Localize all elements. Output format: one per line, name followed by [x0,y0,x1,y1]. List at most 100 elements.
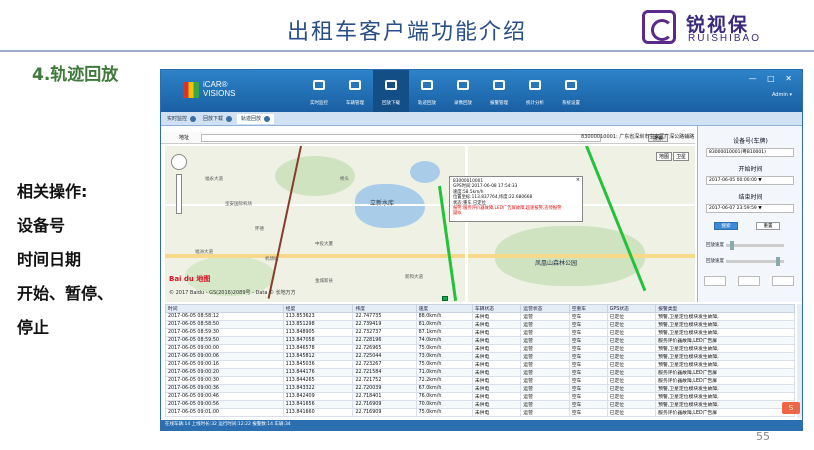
current-location: 83000010001: 广东省深圳市宝安区广深公路辅路 [581,134,695,140]
table-cell: 未供电 [471,368,522,377]
reset-button[interactable]: 重置 [756,222,780,230]
user-menu[interactable]: Admin ▾ [772,92,792,98]
table-row[interactable]: 2017-06-05 08:58:12 113.853623 22.747735 88… [165,312,795,321]
table-row[interactable]: 2017-06-05 09:00:06 113.845812 22.725044 73… [165,352,795,361]
map-pan-control[interactable] [171,154,187,170]
address-label: 地址 [179,135,190,141]
table-cell: 未供电 [471,320,522,329]
table-cell: 预警,卫星定位模块发生故障, [655,400,795,409]
window-controls[interactable]: — □ ✕ [749,74,796,83]
app-name: iCAR® VISIONS [203,80,236,98]
column-header[interactable]: 报警类型 [655,304,795,313]
map-view[interactable]: 立新水库 凤凰山森林公园 福洲大道 福永大道 桥头 怀德 新和大道 金城新县 中… [165,146,695,302]
map-type-satellite[interactable]: 卫星 [673,152,690,161]
table-cell: 113.843322 [282,384,354,393]
column-header[interactable]: 时间 [165,304,284,313]
nav-vehicle-management[interactable]: 车辆管理 [337,70,373,112]
table-cell: 22.726965 [352,344,417,353]
column-header[interactable]: 空重车 [568,304,608,313]
table-row[interactable]: 2017-06-05 09:00:20 113.844176 22.721584 71… [165,368,795,377]
table-cell: 75.0km/h [415,344,473,353]
table-cell: 未供电 [471,384,522,393]
column-header[interactable]: 速度 [415,304,473,313]
table-scrollbar[interactable] [797,304,802,418]
pause-button[interactable] [738,276,760,286]
search-button[interactable]: 搜索 [714,222,738,230]
table-row[interactable]: 2017-06-05 09:00:00 113.846578 22.726965 75… [165,344,795,353]
table-cell: 运营 [520,384,570,393]
vehicle-marker-icon[interactable] [442,296,448,301]
playback-slider[interactable] [726,257,784,266]
nav-video-playback[interactable]: 录像回放 [445,70,481,112]
nav-track-playback[interactable]: 轨迹回放 [409,70,445,112]
map-label: 机场城 [265,257,279,262]
table-cell: 2017-06-05 08:59:30 [165,328,284,337]
device-input[interactable]: 83000010001(粤B10001) [706,148,794,157]
note-line: 开始、暂停、 [17,284,114,303]
column-header[interactable]: 车辆状态 [471,304,522,313]
table-cell: 113.848905 [282,328,354,337]
table-cell: 113.851298 [282,320,354,329]
address-input[interactable] [201,134,601,142]
stop-button[interactable] [772,276,794,286]
table-cell: 预警,卫星定位模块发生故障, [655,320,795,329]
nav-statistics[interactable]: 统计分析 [517,70,553,112]
nav-playback-download[interactable]: 回放下载 [373,70,409,112]
table-row[interactable]: 2017-06-05 08:59:30 113.848905 22.732737 87… [165,328,795,337]
close-icon[interactable] [264,115,271,122]
tab-live-monitor[interactable]: 实时监控 [163,114,200,124]
column-header[interactable]: GPS状态 [606,304,657,313]
start-time-picker[interactable]: 2017-06-05 00:00:00 ▼ [706,176,794,185]
popup-alarm: 报警:服务评价器故障,LED广告屏故障,超速报警,违停报警 [453,206,562,212]
start-button[interactable] [704,276,726,286]
table-cell: 22.739419 [352,320,417,329]
table-row[interactable]: 2017-06-05 09:00:30 113.844265 22.721752 72… [165,376,795,385]
end-time-picker[interactable]: 2017-06-07 23:59:59 ▼ [706,204,794,213]
table-row[interactable]: 2017-06-05 09:00:56 113.841656 22.716909 70… [165,400,795,409]
tab-bar: 实时监控 回放下载 轨迹回放 [161,112,802,126]
nav-alarm-management[interactable]: 报警管理 [481,70,517,112]
close-icon[interactable] [190,115,197,122]
table-cell: 运营 [520,408,570,417]
main-nav: 实时监控 车辆管理 回放下载 轨迹回放 录像回放 报警管理 统计分析 系统设置 [301,70,589,112]
slider-knob[interactable] [730,241,734,250]
table-cell: 运营 [520,320,570,329]
table-row[interactable]: 2017-06-05 09:00:16 113.845036 22.723267 75… [165,360,795,369]
table-row[interactable]: 2017-06-05 09:00:46 113.842409 22.718401 76… [165,392,795,401]
table-cell: 22.725044 [352,352,417,361]
tab-track-playback[interactable]: 轨迹回放 [237,114,275,124]
column-header[interactable]: 经度 [282,304,354,313]
nav-label: 回放下载 [382,101,400,106]
table-row[interactable]: 2017-06-05 09:01:00 113.841660 22.716909 75… [165,408,795,417]
table-row[interactable]: 2017-06-05 09:00:36 113.843322 22.720039 67… [165,384,795,393]
table-cell: 已定位 [606,368,657,377]
table-cell: 空车 [568,320,608,329]
column-header[interactable]: 运营状态 [520,304,570,313]
table-cell: 已定位 [606,384,657,393]
column-header[interactable]: 纬度 [352,304,417,313]
table-cell: 113.846578 [282,344,354,353]
table-cell: 22.716909 [352,408,417,417]
table-cell: 81.0km/h [415,320,473,329]
speed-slider[interactable] [726,241,784,250]
table-row[interactable]: 2017-06-05 08:58:50 113.851298 22.739419 81… [165,320,795,329]
map-type-switch: 地图 卫星 [655,152,690,161]
close-icon[interactable] [226,115,233,122]
brand-logo: 锐视保 RUISHIBAO [642,8,792,48]
tab-playback-download[interactable]: 回放下载 [199,114,236,124]
operation-notes: 相关操作: 设备号 时间日期 开始、暂停、 停止 [17,175,113,345]
table-row[interactable]: 2017-06-05 08:59:50 113.847058 22.728196 74… [165,336,795,345]
section-title: 4.轨迹回放 [32,65,119,85]
note-line: 时间日期 [17,250,82,269]
map-zoom-slider[interactable] [176,174,182,214]
logo-english-name: RUISHIBAO [688,33,762,44]
close-icon[interactable]: × [576,177,580,183]
table-cell: 2017-06-05 09:00:06 [165,352,284,361]
ime-s-icon[interactable]: S [782,402,800,414]
table-cell: 未供电 [471,360,522,369]
nav-live-monitor[interactable]: 实时监控 [301,70,337,112]
slider-knob[interactable] [776,257,780,266]
map-type-map[interactable]: 地图 [656,152,673,161]
app-logo: iCAR® VISIONS [183,80,243,102]
nav-system-settings[interactable]: 系统设置 [553,70,589,112]
